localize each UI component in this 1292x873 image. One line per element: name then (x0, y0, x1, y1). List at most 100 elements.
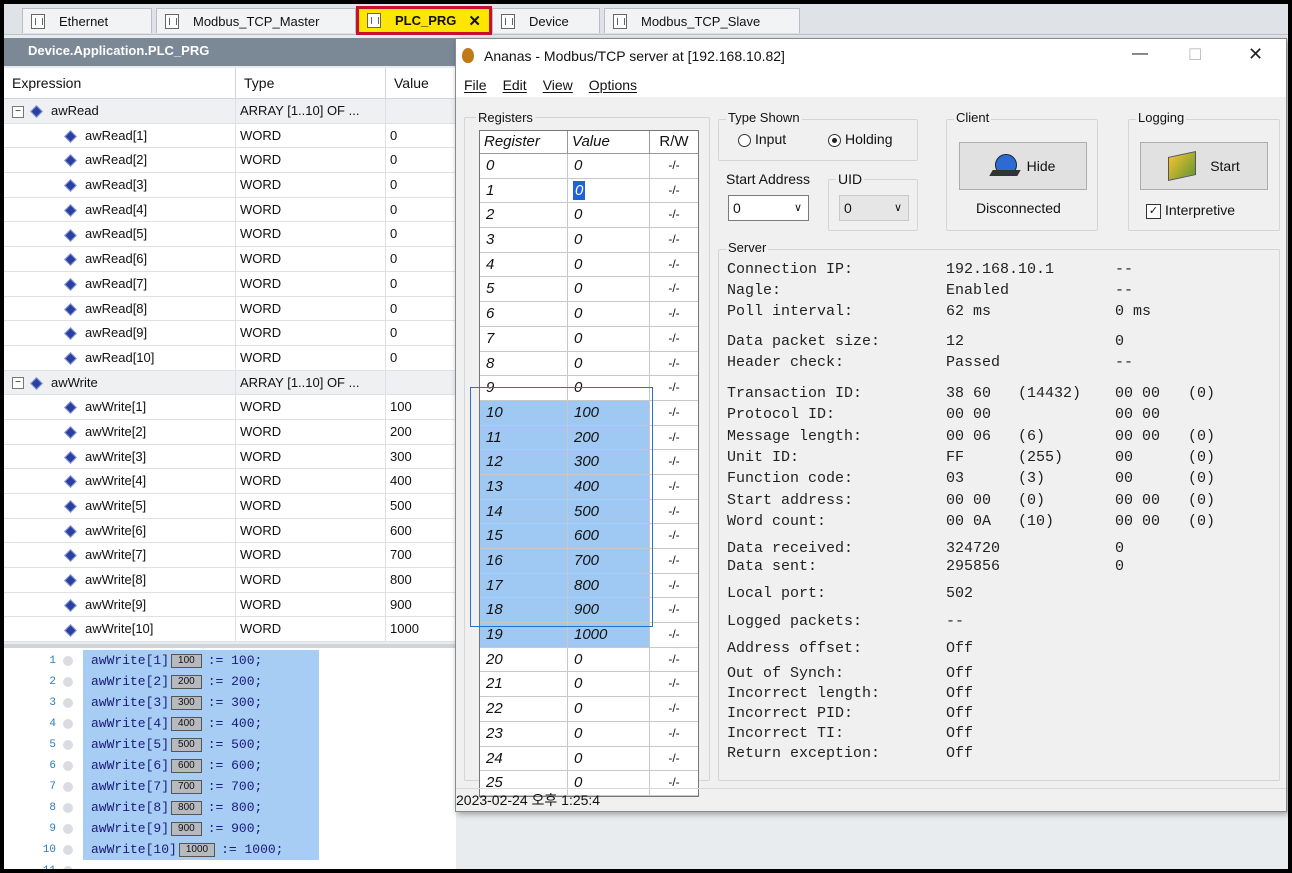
breakpoint-marker[interactable] (63, 676, 73, 687)
register-row[interactable]: 9 0 -/- (480, 376, 698, 401)
breakpoint-marker[interactable] (63, 655, 73, 666)
register-value[interactable]: 800 (574, 577, 599, 594)
register-value[interactable]: 0 (574, 725, 582, 742)
table-row[interactable]: awWrite[4] WORD 400 (4, 469, 456, 494)
value-cell[interactable]: 0 (386, 296, 456, 321)
register-value-cell[interactable]: 300 (568, 450, 650, 474)
register-row[interactable]: 24 0 -/- (480, 746, 698, 772)
register-value[interactable]: 100 (574, 404, 599, 421)
register-value-cell[interactable]: 0 (568, 647, 650, 672)
tab-plc-prg[interactable]: PLC_PRG ✕ (356, 6, 492, 35)
register-value[interactable]: 0 (574, 231, 582, 248)
register-row[interactable]: 19 1000 -/- (480, 623, 698, 648)
value-cell[interactable]: 100 (386, 395, 456, 419)
register-row[interactable]: 5 0 -/- (480, 277, 698, 303)
table-row[interactable]: awWrite[5] WORD 500 (4, 494, 456, 519)
register-value[interactable]: 300 (574, 453, 599, 470)
register-value-cell[interactable]: 0 (568, 376, 650, 400)
breakpoint-marker[interactable] (63, 739, 73, 750)
table-row[interactable]: awRead[2] WORD 0 (4, 148, 456, 174)
value-cell[interactable]: 1000 (386, 617, 456, 642)
register-value-cell[interactable]: 800 (568, 573, 650, 598)
register-row[interactable]: 18 900 -/- (480, 598, 698, 624)
table-row[interactable]: − awRead ARRAY [1..10] OF ... (4, 99, 456, 124)
breakpoint-marker[interactable] (63, 844, 73, 855)
table-row[interactable]: awWrite[3] WORD 300 (4, 444, 456, 470)
collapse-icon[interactable]: − (12, 377, 24, 390)
register-value-cell[interactable]: 0 (568, 252, 650, 277)
breakpoint-marker[interactable] (63, 697, 73, 708)
register-value[interactable]: 0 (574, 206, 582, 223)
register-row[interactable]: 22 0 -/- (480, 697, 698, 722)
value-cell[interactable]: 0 (386, 271, 456, 296)
table-row[interactable]: awWrite[7] WORD 700 (4, 543, 456, 569)
register-value[interactable]: 500 (574, 503, 599, 520)
hide-button[interactable]: Hide (959, 142, 1087, 190)
register-value[interactable]: 0 (574, 675, 582, 692)
value-cell[interactable]: 700 (386, 543, 456, 568)
register-value[interactable]: 400 (574, 478, 599, 495)
register-row[interactable]: 11 200 -/- (480, 425, 698, 451)
register-value-cell[interactable]: 0 (568, 672, 650, 697)
breakpoint-marker[interactable] (63, 760, 73, 771)
code-text[interactable]: awWrite[9] 900:= 900; (83, 818, 319, 839)
checkbox-box[interactable]: ✓ (1146, 203, 1161, 219)
register-value-cell[interactable]: 700 (568, 549, 650, 573)
register-row[interactable]: 1 0 -/- (480, 178, 698, 204)
register-value[interactable]: 0 (574, 355, 582, 372)
register-value[interactable]: 0 (574, 305, 582, 322)
register-value[interactable]: 1000 (574, 626, 607, 643)
table-row[interactable]: awRead[3] WORD 0 (4, 173, 456, 198)
register-value[interactable]: 0 (574, 750, 582, 767)
register-value-cell[interactable]: 500 (568, 499, 650, 524)
register-value-cell[interactable]: 0 (568, 228, 650, 252)
register-row[interactable]: 15 600 -/- (480, 524, 698, 549)
register-value-cell[interactable]: 0 (568, 721, 650, 746)
code-text[interactable]: awWrite[6] 600:= 600; (83, 755, 319, 776)
code-text[interactable]: awWrite[2] 200:= 200; (83, 671, 319, 692)
register-value[interactable]: 0 (574, 651, 582, 668)
table-row[interactable]: − awWrite ARRAY [1..10] OF ... (4, 370, 456, 396)
value-cell[interactable]: 600 (386, 518, 456, 543)
breakpoint-marker[interactable] (63, 823, 73, 834)
code-text[interactable]: awWrite[8] 800:= 800; (83, 797, 319, 818)
code-text[interactable]: awWrite[4] 400:= 400; (83, 713, 319, 734)
register-value[interactable]: 900 (574, 601, 599, 618)
register-value-cell[interactable]: 400 (568, 474, 650, 499)
menu-edit[interactable]: Edit (503, 73, 527, 97)
collapse-icon[interactable]: − (12, 105, 24, 118)
breakpoint-marker[interactable] (63, 865, 73, 869)
radio-input-circle[interactable] (738, 133, 751, 147)
radio-input[interactable]: Input (738, 131, 786, 147)
value-cell[interactable]: 400 (386, 469, 456, 493)
table-row[interactable]: awRead[5] WORD 0 (4, 222, 456, 248)
table-row[interactable]: awWrite[10] WORD 1000 (4, 617, 456, 643)
register-value[interactable]: 0 (574, 256, 582, 273)
register-value[interactable]: 0 (574, 379, 582, 396)
radio-holding[interactable]: Holding (828, 131, 892, 147)
breakpoint-marker[interactable] (63, 802, 73, 813)
register-value[interactable]: 0 (574, 280, 582, 297)
register-row[interactable]: 13 400 -/- (480, 474, 698, 500)
value-cell[interactable]: 0 (386, 173, 456, 197)
register-row[interactable]: 6 0 -/- (480, 302, 698, 327)
tab-ethernet[interactable]: Ethernet (22, 8, 152, 33)
register-value[interactable]: 200 (574, 429, 599, 446)
table-row[interactable]: awRead[10] WORD 0 (4, 345, 456, 371)
value-cell[interactable]: 0 (386, 345, 456, 370)
value-cell[interactable]: 0 (386, 222, 456, 247)
value-cell[interactable]: 900 (386, 592, 456, 617)
interpretive-checkbox[interactable]: ✓ Interpretive (1146, 202, 1235, 219)
register-value-cell[interactable]: 0 (568, 203, 650, 228)
register-value-cell[interactable]: 0 (568, 178, 650, 203)
code-text[interactable]: awWrite[10] 1000:= 1000; (83, 839, 319, 860)
register-row[interactable]: 20 0 -/- (480, 647, 698, 673)
register-value-cell[interactable]: 0 (568, 351, 650, 376)
table-row[interactable]: awRead[7] WORD 0 (4, 271, 456, 297)
register-row[interactable]: 17 800 -/- (480, 573, 698, 599)
register-value-cell[interactable]: 0 (568, 746, 650, 771)
column-header-expression[interactable]: Expression (4, 68, 236, 98)
register-value-cell[interactable]: 900 (568, 598, 650, 623)
code-text[interactable]: awWrite[5] 500:= 500; (83, 734, 319, 755)
value-cell[interactable] (386, 370, 456, 395)
